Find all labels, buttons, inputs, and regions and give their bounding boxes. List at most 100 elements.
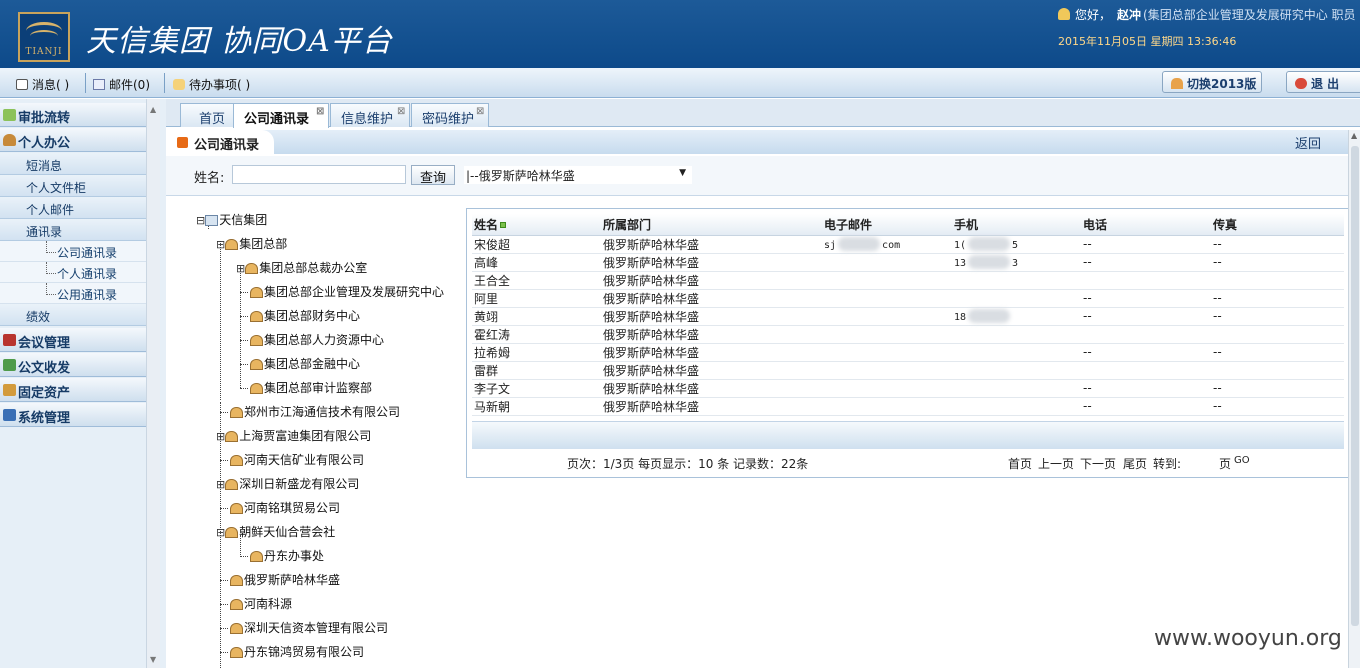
tree-node-label: 集团总部企业管理及发展研究中心 <box>264 285 445 299</box>
panel-title-icon <box>177 137 188 148</box>
scrollbar-thumb[interactable] <box>1351 146 1359 626</box>
tree-node-label: 深圳日新盛龙有限公司 <box>239 477 360 491</box>
back-link[interactable]: 返回 <box>1295 133 1321 152</box>
menu-meeting[interactable]: 会议管理 <box>0 328 146 352</box>
table-row[interactable]: 李子文 俄罗斯萨哈林华盛 -- -- <box>472 379 1344 398</box>
tree-node-henan-mq[interactable]: 河南铭琪贸易公司 <box>230 499 340 517</box>
tree-node-zhengzhou[interactable]: 郑州市江海通信技术有限公司 <box>230 403 400 421</box>
tab-company-contacts[interactable]: 公司通讯录 ⊠ <box>233 103 329 128</box>
next-page-link[interactable]: 下一页 <box>1080 455 1116 472</box>
tree-line <box>220 604 228 605</box>
tree-node-hq-enterprise-mgmt[interactable]: 集团总部企业管理及发展研究中心 <box>250 283 444 301</box>
cell-phone: -- <box>1081 289 1211 308</box>
last-page-link[interactable]: 尾页 <box>1123 455 1147 472</box>
menu-assets[interactable]: 固定资产 <box>0 378 146 402</box>
department-select[interactable]: |--俄罗斯萨哈林华盛 ▼ <box>464 166 692 184</box>
tree-node-hq-finance[interactable]: 集团总部财务中心 <box>250 307 360 325</box>
tab-info-maintenance[interactable]: 信息维护 ⊠ <box>330 103 410 127</box>
table-row[interactable]: 马新朝 俄罗斯萨哈林华盛 -- -- <box>472 397 1344 416</box>
column-header-email: 电子邮件 <box>822 214 952 236</box>
tree-node-dandong-office[interactable]: 丹东办事处 <box>250 547 324 565</box>
meeting-icon <box>3 334 16 346</box>
table-row[interactable]: 雷群 俄罗斯萨哈林华盛 <box>472 361 1344 380</box>
tree-node-hq-audit[interactable]: 集团总部审计监察部 <box>250 379 372 397</box>
table-row[interactable]: 霍红涛 俄罗斯萨哈林华盛 <box>472 325 1344 344</box>
menu-approval[interactable]: 审批流转 <box>0 103 146 127</box>
scroll-down-icon[interactable]: ▼ <box>150 655 156 664</box>
menu-label: 公用通讯录 <box>57 288 118 302</box>
mobile-part: 1( <box>954 240 967 251</box>
switch-version-button[interactable]: 切换2013版 <box>1162 71 1262 93</box>
menu-documents[interactable]: 公文收发 <box>0 353 146 377</box>
expand-icon[interactable]: ⊞ <box>216 430 225 443</box>
tree-node-dandong-trade[interactable]: 丹东锦鸿贸易有限公司 <box>230 643 364 661</box>
scroll-up-icon[interactable]: ▲ <box>150 105 156 114</box>
cell-phone: -- <box>1081 343 1211 362</box>
tree-node-root[interactable]: ⊟ 天信集团 <box>196 211 267 229</box>
cell-fax: -- <box>1211 253 1344 272</box>
table-row[interactable]: 黄翊 俄罗斯萨哈林华盛 18 -- -- <box>472 307 1344 326</box>
close-tab-icon[interactable]: ⊠ <box>476 106 484 117</box>
table-row[interactable]: 阿里 俄罗斯萨哈林华盛 -- -- <box>472 289 1344 308</box>
close-tab-icon[interactable]: ⊠ <box>397 106 405 117</box>
menu-personal-mail[interactable]: 个人邮件 <box>0 197 146 219</box>
table-row[interactable]: 高峰 俄罗斯萨哈林华盛 13 3 -- -- <box>472 253 1344 272</box>
contacts-table: 姓名 所属部门 电子邮件 手机 电话 传真 宋俊超 俄罗斯萨哈林华盛 sj com 1(… <box>472 214 1344 416</box>
cell-mobile <box>952 379 1081 398</box>
expand-icon[interactable]: ⊞ <box>216 478 225 491</box>
menu-performance[interactable]: 绩效 <box>0 304 146 326</box>
collapse-icon[interactable]: ⊟ <box>216 238 225 251</box>
switch-version-label: 切换2013版 <box>1187 77 1257 91</box>
mail-link[interactable]: 邮件(0) <box>93 76 150 93</box>
logout-button[interactable]: 退 出 <box>1286 71 1360 93</box>
prev-page-link[interactable]: 上一页 <box>1038 455 1074 472</box>
tree-node-shenzhen-capital[interactable]: 深圳天信资本管理有限公司 <box>230 619 388 637</box>
page-number-input[interactable] <box>1186 455 1216 469</box>
tree-node-hq[interactable]: ⊟ 集团总部 <box>216 235 287 253</box>
menu-contacts-public[interactable]: 公用通讯录 <box>0 283 146 304</box>
tree-node-shanghai[interactable]: ⊞ 上海贾富迪集团有限公司 <box>216 427 371 445</box>
first-page-link[interactable]: 首页 <box>1008 455 1032 472</box>
sidebar-scrollbar[interactable]: ▲ ▼ <box>146 99 160 668</box>
name-search-input[interactable] <box>232 165 406 184</box>
menu-short-message[interactable]: 短消息 <box>0 153 146 175</box>
tree-node-hq-hr[interactable]: 集团总部人力资源中心 <box>250 331 384 349</box>
menu-contacts-personal[interactable]: 个人通讯录 <box>0 262 146 283</box>
house-icon <box>250 383 263 394</box>
column-header-name[interactable]: 姓名 <box>472 214 601 236</box>
table-row[interactable]: 拉希姆 俄罗斯萨哈林华盛 -- -- <box>472 343 1344 362</box>
close-tab-icon[interactable]: ⊠ <box>316 106 324 117</box>
messages-link[interactable]: 消息( ) <box>16 76 69 93</box>
panel-header: 公司通讯录 返回 <box>166 130 1352 154</box>
todo-link[interactable]: 待办事项( ) <box>173 76 250 93</box>
menu-personal-files[interactable]: 个人文件柜 <box>0 175 146 197</box>
tab-bar: 首页 公司通讯录 ⊠ 信息维护 ⊠ 密码维护 ⊠ <box>166 99 1360 128</box>
table-row[interactable]: 宋俊超 俄罗斯萨哈林华盛 sj com 1(5 -- -- <box>472 235 1344 254</box>
scroll-up-icon[interactable]: ▲ <box>1351 131 1357 140</box>
main-scrollbar[interactable]: ▲ <box>1348 130 1360 668</box>
house-icon <box>230 599 243 610</box>
menu-system[interactable]: 系统管理 <box>0 403 146 427</box>
message-icon <box>16 79 28 90</box>
tree-node-henan-mining[interactable]: 河南天信矿业有限公司 <box>230 451 364 469</box>
collapse-icon[interactable]: ⊟ <box>196 214 205 227</box>
tree-line <box>240 535 241 557</box>
tree-node-dprk[interactable]: ⊟ 朝鲜天仙合营会社 <box>216 523 335 541</box>
tab-home[interactable]: 首页 <box>180 103 238 127</box>
tree-node-russia[interactable]: 俄罗斯萨哈林华盛 <box>230 571 340 589</box>
tree-node-henan-keyuan[interactable]: 河南科源 <box>230 595 292 613</box>
collapse-icon[interactable]: ⊟ <box>216 526 225 539</box>
sort-icon <box>500 221 507 228</box>
menu-contacts[interactable]: 通讯录 <box>0 219 146 241</box>
table-row[interactable]: 王合全 俄罗斯萨哈林华盛 <box>472 271 1344 290</box>
menu-contacts-company[interactable]: 公司通讯录 <box>0 241 146 262</box>
tree-node-hq-financial[interactable]: 集团总部金融中心 <box>250 355 360 373</box>
query-button[interactable]: 查询 <box>411 165 455 186</box>
tree-node-label: 集团总部审计监察部 <box>264 381 373 395</box>
tree-node-shenzhen-xsl[interactable]: ⊞ 深圳日新盛龙有限公司 <box>216 475 359 493</box>
go-button[interactable]: GO <box>1234 455 1250 466</box>
watermark: www.wooyun.org <box>1154 626 1342 651</box>
menu-personal[interactable]: 个人办公 <box>0 128 146 152</box>
tab-password[interactable]: 密码维护 ⊠ <box>411 103 489 127</box>
tree-node-hq-president-office[interactable]: ⊞ 集团总部总裁办公室 <box>236 259 367 277</box>
